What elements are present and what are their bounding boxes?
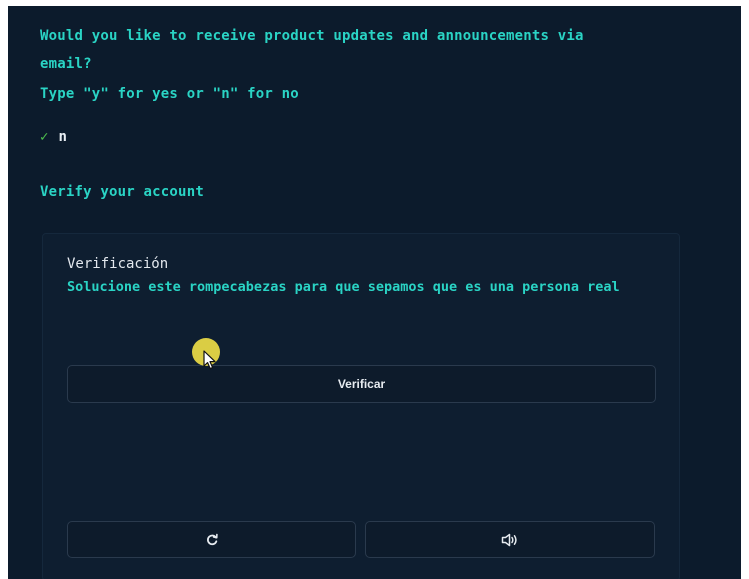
prompt-instruction: Type "y" for yes or "n" for no bbox=[40, 86, 299, 102]
verification-description: Solucione este rompecabezas para que sep… bbox=[67, 279, 620, 295]
verify-button-label: Verificar bbox=[337, 377, 386, 391]
terminal-window: Would you like to receive product update… bbox=[8, 6, 741, 579]
prompt-answer: ✓ n bbox=[40, 129, 67, 145]
check-icon: ✓ bbox=[40, 129, 49, 145]
prompt-question-line1: Would you like to receive product update… bbox=[40, 28, 584, 44]
speaker-icon bbox=[501, 533, 517, 546]
section-heading: Verify your account bbox=[40, 184, 204, 200]
reload-icon bbox=[206, 533, 218, 545]
verify-button[interactable]: Verificar bbox=[67, 365, 656, 403]
audio-button[interactable] bbox=[365, 521, 655, 558]
prompt-question-line2: email? bbox=[40, 56, 92, 72]
verification-panel: Verificación Solucione este rompecabezas… bbox=[42, 233, 680, 579]
reload-button[interactable] bbox=[67, 521, 356, 558]
answer-value: n bbox=[58, 129, 67, 145]
verification-title: Verificación bbox=[67, 256, 169, 272]
